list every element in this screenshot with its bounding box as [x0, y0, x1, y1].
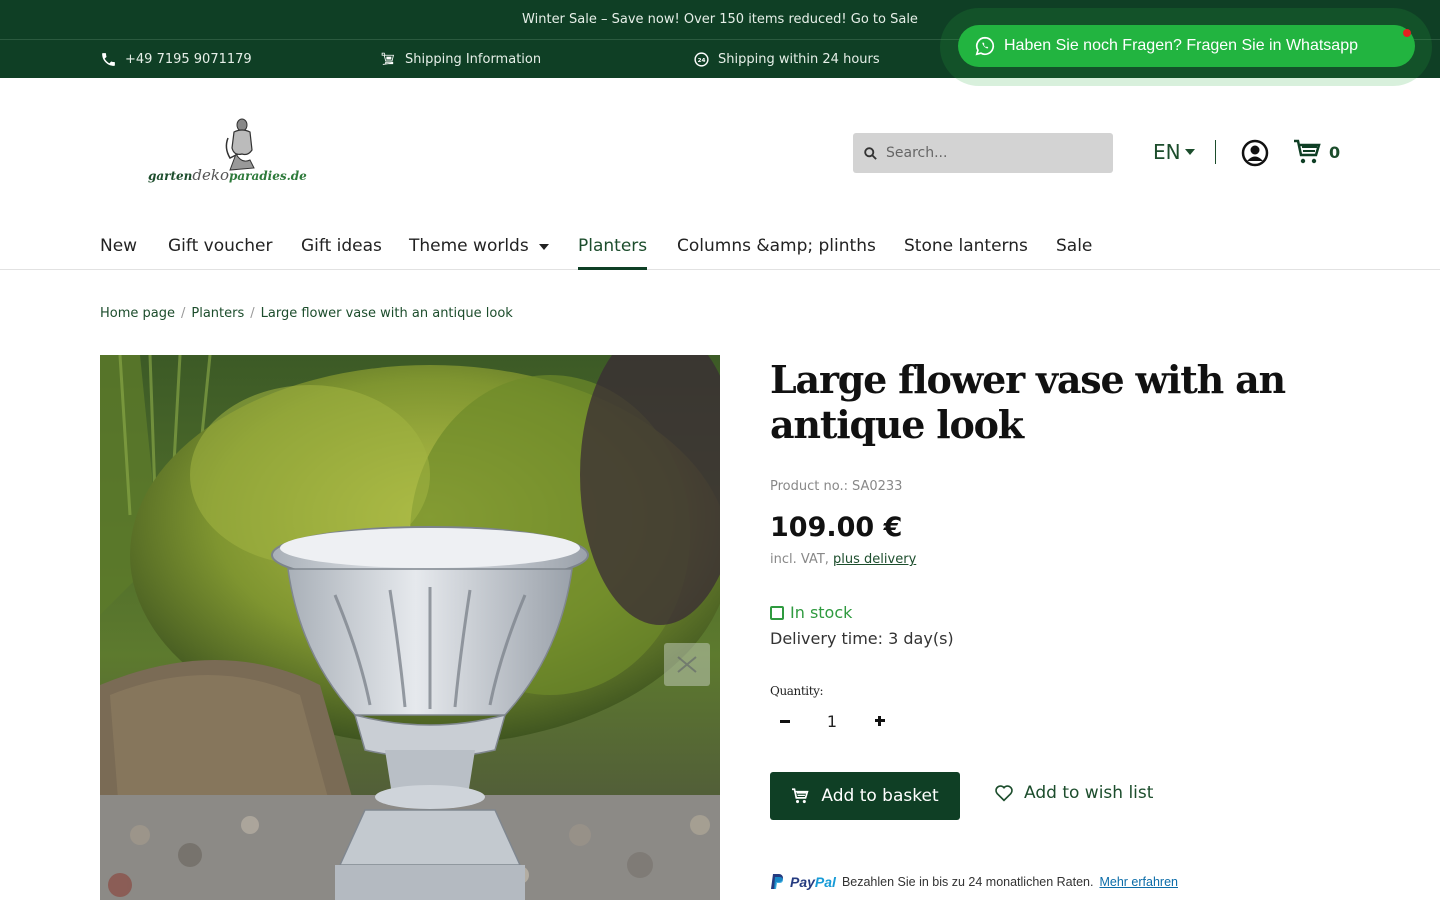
- logo-part-deko: deko: [192, 166, 229, 184]
- vat-prefix: incl. VAT,: [770, 552, 829, 567]
- nav-item-planters[interactable]: Planters: [578, 228, 648, 270]
- stock-checkbox-icon: [770, 605, 784, 620]
- quantity-input[interactable]: [817, 709, 847, 733]
- nav-item-theme-worlds[interactable]: Theme worlds: [409, 228, 549, 270]
- add-to-basket-label: Add to basket: [821, 786, 939, 806]
- product-number: Product no.: SA0233: [770, 479, 902, 494]
- cart-icon: [1294, 139, 1321, 164]
- quantity-increase-button[interactable]: [868, 709, 892, 733]
- nav-item-gift-ideas[interactable]: Gift ideas: [301, 228, 382, 270]
- language-selector[interactable]: EN: [1153, 140, 1195, 164]
- paypal-learn-more-link[interactable]: Mehr erfahren: [1099, 875, 1178, 889]
- product-image[interactable]: [100, 355, 720, 900]
- whatsapp-icon: [975, 36, 995, 56]
- plus-delivery-link[interactable]: plus delivery: [833, 552, 916, 567]
- whatsapp-notification-dot: [1403, 29, 1411, 37]
- product-photo: [100, 355, 720, 900]
- header-divider: [1215, 140, 1216, 164]
- main-nav: New Gift voucher Gift ideas Theme worlds…: [0, 228, 1440, 270]
- site-logo[interactable]: gartendekoparadies.de: [148, 118, 308, 190]
- paypal-icon: [771, 874, 783, 889]
- whatsapp-button[interactable]: Haben Sie noch Fragen? Fragen Sie in Wha…: [958, 25, 1415, 67]
- shipping-24h-label: Shipping within 24 hours: [718, 51, 880, 67]
- paypal-logo-pay: Pay: [790, 873, 815, 890]
- paypal-logo-pal: Pal: [814, 873, 836, 890]
- chevron-down-icon: [1184, 149, 1195, 155]
- usp-phone[interactable]: +49 7195 9071179: [100, 40, 252, 78]
- quantity-decrease-button[interactable]: [773, 709, 797, 733]
- breadcrumb: Home page / Planters / Large flower vase…: [100, 306, 513, 321]
- search-icon: [864, 146, 877, 160]
- cart-count: 0: [1329, 142, 1341, 162]
- shipping-cart-icon: [381, 52, 395, 65]
- delivery-time: Delivery time: 3 day(s): [770, 629, 954, 648]
- expand-icon: [677, 656, 697, 673]
- top-banner-text[interactable]: Winter Sale – Save now! Over 150 items r…: [522, 12, 918, 27]
- nav-item-stone-lanterns[interactable]: Stone lanterns: [904, 228, 1028, 270]
- breadcrumb-planters[interactable]: Planters: [191, 306, 244, 321]
- image-zoom-button[interactable]: [664, 643, 710, 686]
- quantity-label: Quantity:: [770, 684, 824, 698]
- product-title: Large flower vase with an antique look: [770, 357, 1286, 447]
- add-to-basket-button[interactable]: Add to basket: [770, 772, 960, 820]
- site-header: gartendekoparadies.de EN 0: [0, 78, 1440, 228]
- stock-label: In stock: [790, 603, 853, 622]
- usp-shipping-info[interactable]: Shipping Information: [380, 40, 541, 78]
- nav-item-sale[interactable]: Sale: [1056, 228, 1092, 270]
- stock-status: In stock: [770, 603, 852, 622]
- breadcrumb-home[interactable]: Home page: [100, 306, 175, 321]
- whatsapp-label: Haben Sie noch Fragen? Fragen Sie in Wha…: [1004, 37, 1358, 54]
- search-input[interactable]: [886, 145, 1086, 161]
- paypal-text: Bezahlen Sie in bis zu 24 monatlichen Ra…: [841, 874, 1094, 889]
- heart-icon: [995, 785, 1013, 802]
- nav-item-columns-plinths[interactable]: Columns &amp; plinths: [677, 228, 876, 270]
- phone-number: +49 7195 9071179: [125, 51, 252, 67]
- nav-item-new[interactable]: New: [100, 228, 137, 270]
- clock-24-icon: 24: [694, 51, 709, 67]
- paypal-installments: PayPal Bezahlen Sie in bis zu 24 monatli…: [770, 873, 1178, 890]
- nav-item-gift-voucher[interactable]: Gift voucher: [168, 228, 272, 270]
- usp-shipping-24h[interactable]: 24 Shipping within 24 hours: [693, 40, 880, 78]
- product-price: 109.00 €: [770, 512, 903, 543]
- logo-part-garten: garten: [148, 169, 193, 183]
- chevron-down-icon: [538, 244, 549, 250]
- breadcrumb-separator: /: [250, 306, 255, 321]
- cart-button[interactable]: 0: [1293, 139, 1340, 165]
- add-to-wishlist-button[interactable]: Add to wish list: [994, 783, 1153, 803]
- breadcrumb-current[interactable]: Large flower vase with an antique look: [261, 306, 513, 321]
- phone-icon: [102, 52, 115, 66]
- logo-part-paradies: paradies.de: [229, 169, 307, 183]
- account-icon[interactable]: [1241, 139, 1269, 167]
- language-current: EN: [1153, 140, 1181, 164]
- svg-text:24: 24: [698, 57, 706, 63]
- shipping-info-label: Shipping Information: [405, 51, 542, 67]
- add-to-wishlist-label: Add to wish list: [1024, 783, 1154, 803]
- product-number-value: SA0233: [851, 479, 903, 494]
- product-number-label: Product no.:: [770, 479, 848, 494]
- vat-note: incl. VAT, plus delivery: [770, 552, 916, 567]
- search-box: [853, 133, 1113, 173]
- cart-icon: [792, 788, 809, 804]
- breadcrumb-separator: /: [181, 306, 186, 321]
- nav-item-theme-worlds-label: Theme worlds: [409, 236, 529, 256]
- logo-wordmark: gartendekoparadies.de: [148, 166, 307, 184]
- paypal-logo: PayPal: [790, 874, 836, 890]
